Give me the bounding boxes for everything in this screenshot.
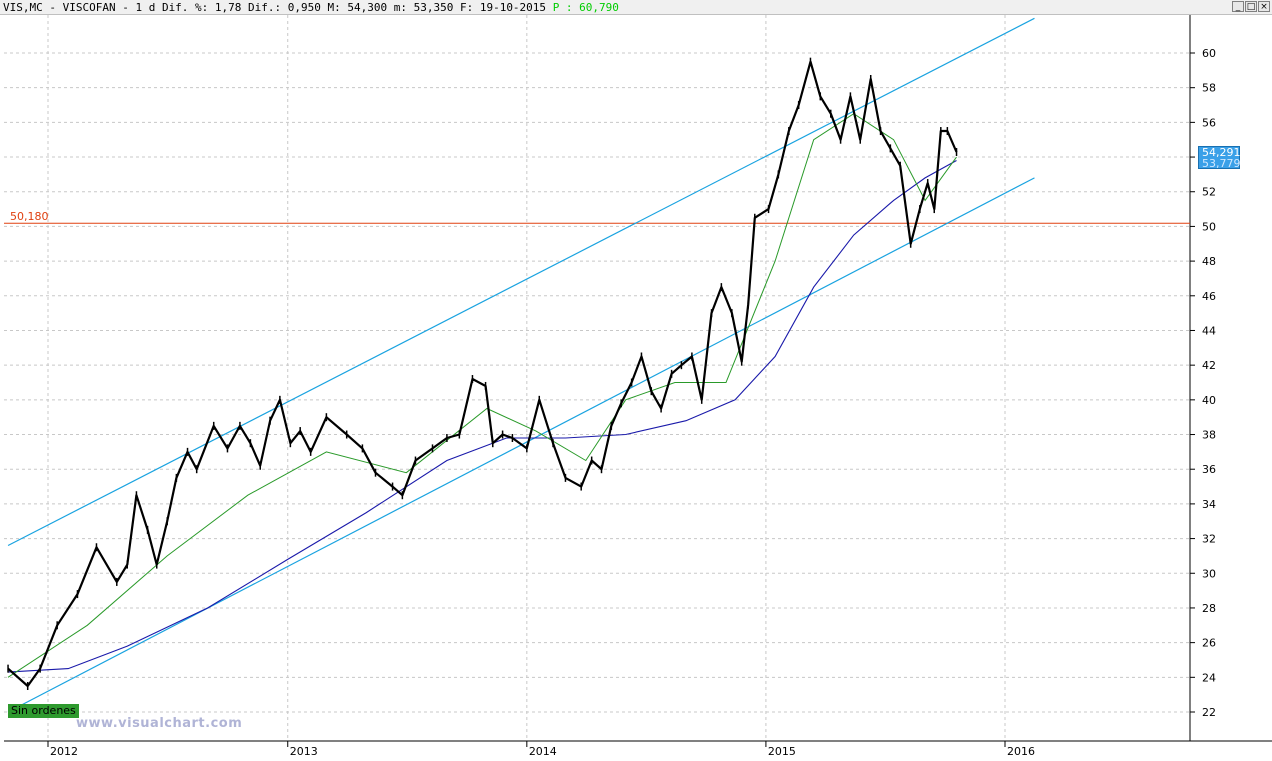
y-tick-label: 44 [1202,324,1216,337]
y-tick-label: 40 [1202,394,1216,407]
minimize-button[interactable]: _ [1232,1,1244,12]
x-tick-label: 2014 [529,745,557,758]
y-tick-label: 36 [1202,463,1216,476]
close-button[interactable]: × [1258,1,1270,12]
y-tick-label: 28 [1202,602,1216,615]
watermark-logo: www.visualchart.com [76,716,243,731]
x-tick-label: 2015 [768,745,796,758]
last-price-tag: 54,291 53,779 [1198,146,1241,170]
y-tick-label: 50 [1202,220,1216,233]
last-price-value-2: 53,779 [1202,157,1241,170]
y-tick-label: 58 [1202,82,1216,95]
p-price-label: P : 60,790 [552,1,619,14]
x-tick-label: 2016 [1007,745,1035,758]
plot-area [4,15,1190,741]
y-tick-label: 42 [1202,359,1216,372]
y-tick-label: 34 [1202,498,1216,511]
y-tick-label: 46 [1202,290,1216,303]
header-info: VIS,MC - VISCOFAN - 1 d Dif. %: 1,78 Dif… [3,1,547,14]
y-tick-label: 22 [1202,706,1216,719]
y-tick-label: 56 [1202,116,1216,129]
y-tick-label: 30 [1202,567,1216,580]
x-tick-label: 2012 [50,745,78,758]
price-chart[interactable]: 2224262830323436384042444648505254565860… [0,15,1272,761]
maximize-button[interactable]: □ [1245,1,1257,12]
support-line-label: 50,180 [10,210,49,223]
y-tick-label: 60 [1202,47,1216,60]
y-tick-label: 32 [1202,533,1216,546]
orders-status-badge[interactable]: Sin ordenes [8,704,79,718]
y-tick-label: 24 [1202,671,1216,684]
y-tick-label: 52 [1202,186,1216,199]
y-tick-label: 26 [1202,637,1216,650]
y-tick-label: 48 [1202,255,1216,268]
y-tick-label: 38 [1202,429,1216,442]
x-tick-label: 2013 [290,745,318,758]
window-controls: _ □ × [1232,1,1270,12]
chart-title-bar: VIS,MC - VISCOFAN - 1 d Dif. %: 1,78 Dif… [0,0,1272,15]
